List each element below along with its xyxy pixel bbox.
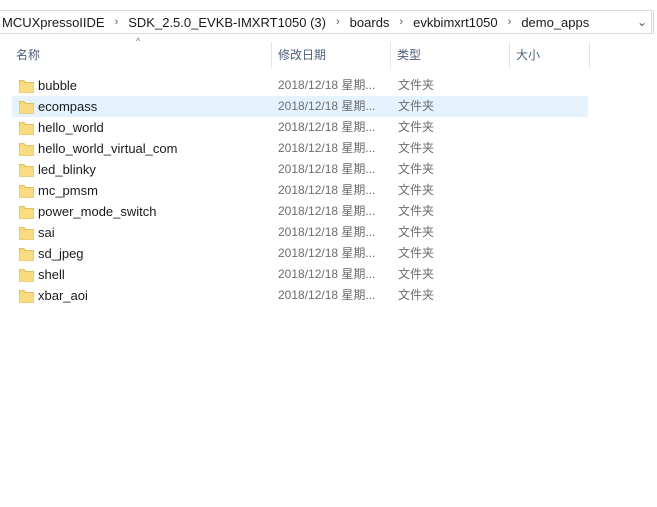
folder-icon — [19, 206, 34, 219]
folder-icon — [19, 290, 34, 303]
file-name: shell — [38, 267, 65, 282]
file-date: 2018/12/18 星期... — [278, 162, 376, 176]
file-row[interactable]: led_blinky 2018/12/18 星期... 文件夹 — [12, 159, 588, 180]
address-bar[interactable]: MCUXpressoIIDE › SDK_2.5.0_EVKB-IMXRT105… — [0, 10, 652, 34]
file-type: 文件夹 — [398, 183, 435, 197]
breadcrumb-evkbimxrt1050[interactable]: evkbimxrt1050 — [411, 15, 500, 30]
file-type: 文件夹 — [398, 267, 435, 281]
address-bar-edge — [653, 10, 657, 34]
file-row[interactable]: bubble 2018/12/18 星期... 文件夹 — [12, 75, 588, 96]
file-row[interactable]: mc_pmsm 2018/12/18 星期... 文件夹 — [12, 180, 588, 201]
folder-icon — [19, 227, 34, 240]
file-name: sai — [38, 225, 55, 240]
column-header-date[interactable]: 修改日期 — [272, 42, 391, 69]
file-type: 文件夹 — [398, 141, 435, 155]
file-name: ecompass — [38, 99, 98, 114]
breadcrumb-separator-icon[interactable]: › — [500, 16, 520, 28]
file-date: 2018/12/18 星期... — [278, 141, 376, 155]
file-type: 文件夹 — [398, 225, 435, 239]
file-date: 2018/12/18 星期... — [278, 183, 376, 197]
folder-icon — [19, 143, 34, 156]
column-header-size[interactable]: 大小 — [510, 42, 590, 69]
breadcrumb-sdk[interactable]: SDK_2.5.0_EVKB-IMXRT1050 (3) — [126, 15, 328, 30]
chevron-down-icon[interactable]: ⌄ — [632, 11, 651, 33]
folder-icon — [19, 248, 34, 261]
folder-icon — [19, 269, 34, 282]
file-date: 2018/12/18 星期... — [278, 120, 376, 134]
breadcrumb-demo-apps[interactable]: demo_apps — [519, 15, 591, 30]
file-name: power_mode_switch — [38, 204, 157, 219]
column-header-name[interactable]: 名称 — [10, 42, 272, 69]
folder-icon — [19, 185, 34, 198]
file-row[interactable]: power_mode_switch 2018/12/18 星期... 文件夹 — [12, 201, 588, 222]
column-header-row: 名称 修改日期 类型 大小 — [0, 42, 600, 69]
folder-icon — [19, 122, 34, 135]
file-type: 文件夹 — [398, 120, 435, 134]
file-name: mc_pmsm — [38, 183, 98, 198]
file-name: sd_jpeg — [38, 246, 84, 261]
folder-icon — [19, 164, 34, 177]
file-date: 2018/12/18 星期... — [278, 225, 376, 239]
breadcrumb-separator-icon[interactable]: › — [391, 16, 411, 28]
file-type: 文件夹 — [398, 99, 435, 113]
file-row[interactable]: hello_world 2018/12/18 星期... 文件夹 — [12, 117, 588, 138]
breadcrumb-separator-icon[interactable]: › — [328, 16, 348, 28]
file-row[interactable]: sai 2018/12/18 星期... 文件夹 — [12, 222, 588, 243]
file-row[interactable]: xbar_aoi 2018/12/18 星期... 文件夹 — [12, 285, 588, 306]
file-name: xbar_aoi — [38, 288, 88, 303]
file-date: 2018/12/18 星期... — [278, 78, 376, 92]
file-type: 文件夹 — [398, 204, 435, 218]
file-name: led_blinky — [38, 162, 96, 177]
breadcrumb-boards[interactable]: boards — [348, 15, 392, 30]
file-row[interactable]: sd_jpeg 2018/12/18 星期... 文件夹 — [12, 243, 588, 264]
file-row[interactable]: shell 2018/12/18 星期... 文件夹 — [12, 264, 588, 285]
breadcrumb-mcuxpressoide[interactable]: MCUXpressoIIDE — [0, 15, 107, 30]
file-type: 文件夹 — [398, 78, 435, 92]
file-name: hello_world — [38, 120, 104, 135]
file-date: 2018/12/18 星期... — [278, 288, 376, 302]
file-name: hello_world_virtual_com — [38, 141, 178, 156]
file-date: 2018/12/18 星期... — [278, 267, 376, 281]
file-type: 文件夹 — [398, 162, 435, 176]
file-type: 文件夹 — [398, 288, 435, 302]
file-list: bubble 2018/12/18 星期... 文件夹 ecompass 2018/12… — [12, 75, 588, 306]
file-row[interactable]: ecompass 2018/12/18 星期... 文件夹 — [12, 96, 588, 117]
breadcrumb-separator-icon[interactable]: › — [107, 16, 127, 28]
folder-icon — [19, 80, 34, 93]
column-header-type[interactable]: 类型 — [391, 42, 510, 69]
file-date: 2018/12/18 星期... — [278, 99, 376, 113]
file-name: bubble — [38, 78, 78, 93]
file-type: 文件夹 — [398, 246, 435, 260]
folder-icon — [19, 101, 34, 114]
file-row[interactable]: hello_world_virtual_com 2018/12/18 星期... 文… — [12, 138, 588, 159]
file-date: 2018/12/18 星期... — [278, 204, 376, 218]
file-date: 2018/12/18 星期... — [278, 246, 376, 260]
